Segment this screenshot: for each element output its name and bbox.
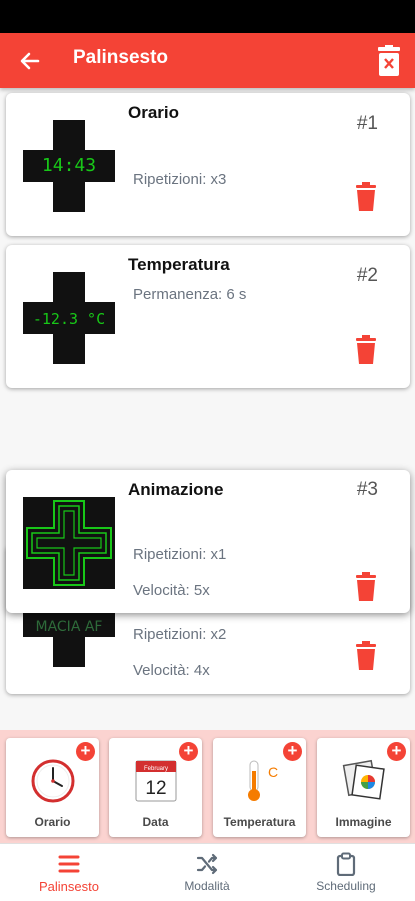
clipboard-icon [336, 852, 356, 876]
clear-all-icon[interactable] [375, 45, 403, 77]
calendar-icon: February 12 [135, 760, 177, 802]
svg-text:C: C [268, 764, 278, 780]
delete-icon[interactable] [354, 641, 378, 671]
card-detail: Ripetizioni: x2 [133, 626, 227, 643]
page-title: Palinsesto [73, 47, 169, 68]
led-cross-temperature-thumb: -12.3 °C [23, 272, 115, 364]
schedule-card-animazione[interactable]: Animazione #3 Ripetizioni: x1 Velocità: … [6, 470, 410, 613]
svg-text:-12.3 °C: -12.3 °C [33, 310, 105, 328]
shuffle-icon [196, 853, 218, 875]
thermometer-icon: C [248, 760, 278, 801]
card-detail: Ripetizioni: x1 [133, 546, 227, 563]
add-temperatura-tile[interactable]: + C Temperatura [213, 738, 306, 837]
plus-icon: + [387, 742, 406, 761]
status-bar [0, 0, 415, 33]
nav-palinsesto[interactable]: Palinsesto [0, 844, 138, 901]
bottom-nav: Palinsesto Modalità Scheduling [0, 843, 415, 901]
card-detail: Velocità: 4x [133, 662, 210, 679]
card-title: Animazione [128, 480, 224, 499]
card-number: #1 [356, 113, 378, 134]
back-arrow-icon[interactable] [14, 45, 46, 77]
schedule-card-temperatura[interactable]: -12.3 °C Temperatura #2 Permanenza: 6 s [6, 245, 410, 388]
add-data-tile[interactable]: + February 12 Data [109, 738, 202, 837]
app-bar: Palinsesto [0, 33, 415, 88]
card-number: #2 [356, 265, 378, 286]
tile-label: Data [142, 815, 169, 829]
plus-icon: + [179, 742, 198, 761]
tile-label: Temperatura [223, 815, 296, 829]
card-number: #3 [356, 479, 378, 500]
card-detail: Velocità: 5x [133, 582, 210, 599]
nav-label: Modalità [184, 879, 230, 893]
svg-text:MACIA AF: MACIA AF [36, 619, 103, 635]
nav-label: Scheduling [316, 879, 376, 893]
tile-label: Immagine [335, 815, 392, 829]
tile-label: Orario [34, 815, 71, 829]
delete-icon[interactable] [354, 182, 378, 212]
delete-icon[interactable] [354, 335, 378, 365]
svg-text:12: 12 [145, 778, 166, 799]
add-item-bar: + Orario + February 12 Data + C Temperat… [0, 730, 415, 843]
nav-scheduling[interactable]: Scheduling [277, 844, 415, 901]
menu-icon [58, 855, 80, 873]
add-immagine-tile[interactable]: + Immagine [317, 738, 410, 837]
plus-icon: + [76, 742, 95, 761]
card-title: Temperatura [128, 255, 230, 274]
nav-label: Palinsesto [39, 879, 99, 894]
card-detail: Ripetizioni: x3 [133, 171, 227, 188]
plus-icon: + [283, 742, 302, 761]
nav-modalita[interactable]: Modalità [138, 844, 276, 901]
schedule-card-orario[interactable]: 14:43 Orario #1 Ripetizioni: x3 [6, 93, 410, 236]
led-cross-clock-thumb: 14:43 [23, 120, 115, 212]
add-orario-tile[interactable]: + Orario [6, 738, 99, 837]
card-title: Orario [128, 103, 180, 122]
clock-icon [31, 759, 75, 803]
svg-text:14:43: 14:43 [42, 155, 96, 176]
card-detail: Permanenza: 6 s [133, 286, 247, 303]
image-icon [342, 759, 385, 800]
svg-text:February: February [144, 766, 168, 772]
led-cross-animation-thumb [23, 497, 115, 589]
delete-icon[interactable] [354, 572, 378, 602]
